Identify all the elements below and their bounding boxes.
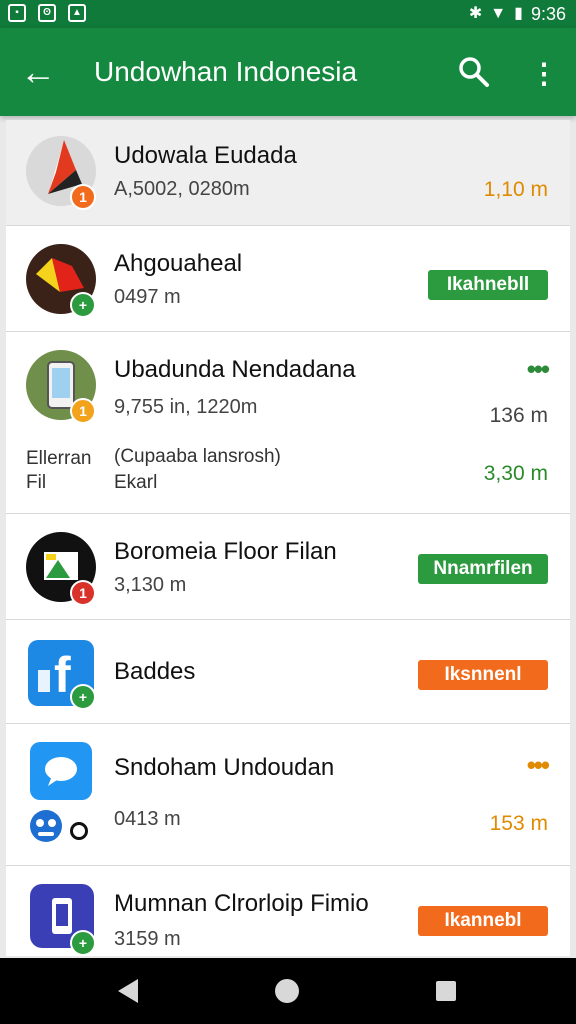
app-bar: ← Undowhan Indonesia ⋮ <box>0 28 576 116</box>
list-item[interactable]: Sndoham Undoudan ••• 0413 m 153 m <box>6 724 570 866</box>
battery-icon: ▮ <box>514 5 523 22</box>
nfc-icon: ʘ <box>38 4 56 22</box>
list-item[interactable]: 1 Boromeia Floor Filan 3,130 m Nnamrfile… <box>6 514 570 620</box>
extra-label: Ellerran <box>26 448 92 469</box>
page-title: Undowhan Indonesia <box>94 56 358 87</box>
robot-face-icon <box>26 806 66 846</box>
list-item[interactable]: 1 Ubadunda Nendadana ••• 9,755 in, 1220m… <box>6 332 570 514</box>
extra-detail: Ekarl <box>114 472 158 493</box>
app-subtitle: A,5002, 0280m <box>114 178 250 200</box>
svg-text:f: f <box>54 647 71 703</box>
app-list: 1 Udowala Eudada A,5002, 0280m 1,10 m + … <box>6 120 570 956</box>
number-badge-icon: 1 <box>70 580 96 606</box>
search-icon[interactable] <box>454 52 494 92</box>
plus-badge-icon: + <box>70 292 96 318</box>
sim-icon: ▪ <box>8 4 26 22</box>
number-badge-icon: 1 <box>70 184 96 210</box>
app-name: Boromeia Floor Filan <box>114 538 337 565</box>
app-name: Mumnan Clrorloip Fimio <box>114 890 369 917</box>
extra-value: 3,30 m <box>483 462 548 485</box>
lock-icon <box>70 822 88 840</box>
status-bar: ▪ ʘ ▲ ✱ ▼ ▮ 9:36 <box>0 0 576 28</box>
clock: 9:36 <box>530 4 566 24</box>
more-horiz-icon[interactable]: ••• <box>527 750 550 781</box>
plus-badge-icon: + <box>70 930 96 956</box>
install-button[interactable]: Iksnnenl <box>418 660 548 690</box>
nav-home-icon[interactable] <box>275 979 299 1003</box>
app-subtitle: 3159 m <box>114 928 181 950</box>
list-item[interactable]: 1 Udowala Eudada A,5002, 0280m 1,10 m <box>6 120 570 226</box>
more-horiz-icon[interactable]: ••• <box>527 354 550 385</box>
app-name: Baddes <box>114 658 196 685</box>
app-name: Ahgouaheal <box>114 250 243 277</box>
install-button[interactable]: Nnamrfilen <box>418 554 548 584</box>
navigation-bar <box>0 958 576 1024</box>
more-vert-icon[interactable]: ⋮ <box>530 54 558 94</box>
back-arrow-icon[interactable]: ← <box>20 50 60 94</box>
install-button[interactable]: Ikahnebll <box>428 270 548 300</box>
size-value: 1,10 m <box>483 178 548 201</box>
image-icon: ▲ <box>68 4 86 22</box>
app-subtitle: 3,130 m <box>114 574 187 596</box>
app-subtitle: 0497 m <box>114 286 181 308</box>
number-badge-icon: 1 <box>70 398 96 424</box>
extra-label: Fil <box>26 472 47 493</box>
size-value: 136 m <box>489 404 548 427</box>
app-name: Udowala Eudada <box>114 142 297 169</box>
nav-back-icon[interactable] <box>118 979 138 1003</box>
wifi-icon: ▼ <box>490 5 507 22</box>
size-value: 153 m <box>489 812 548 835</box>
app-name: Sndoham Undoudan <box>114 754 335 781</box>
app-subtitle: 9,755 in, 1220m <box>114 396 258 418</box>
nav-recents-icon[interactable] <box>436 981 456 1001</box>
plus-badge-icon: + <box>70 684 96 710</box>
bluetooth-icon: ✱ <box>468 5 483 22</box>
list-item[interactable]: + Ahgouaheal 0497 m Ikahnebll <box>6 226 570 332</box>
app-name: Ubadunda Nendadana <box>114 356 356 383</box>
list-item[interactable]: + Mumnan Clrorloip Fimio 3159 m Ikannebl <box>6 866 570 956</box>
list-item[interactable]: f + Baddes Iksnnenl <box>6 620 570 724</box>
install-button[interactable]: Ikannebl <box>418 906 548 936</box>
app-icon-chat-bubble <box>30 742 92 800</box>
app-subtitle: 0413 m <box>114 808 181 830</box>
extra-detail: (Cupaaba lansrosh) <box>114 446 281 467</box>
